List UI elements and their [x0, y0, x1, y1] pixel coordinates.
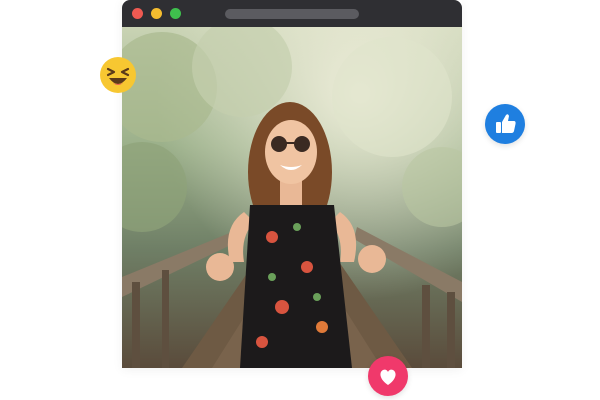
window-titlebar	[122, 0, 462, 27]
browser-window	[122, 0, 462, 368]
address-bar[interactable]	[225, 9, 359, 19]
close-window-button[interactable]	[132, 8, 143, 19]
thumbs-up-icon[interactable]	[485, 104, 525, 144]
heart-icon[interactable]	[368, 356, 408, 396]
maximize-window-button[interactable]	[170, 8, 181, 19]
post-photo	[122, 27, 462, 368]
minimize-window-button[interactable]	[151, 8, 162, 19]
laughing-emoji-icon[interactable]	[99, 56, 137, 94]
